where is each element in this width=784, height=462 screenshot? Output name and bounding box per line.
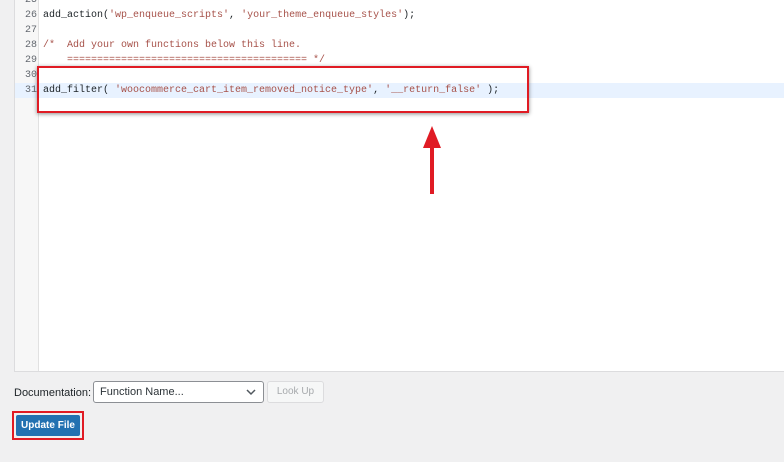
line-number: 27 xyxy=(24,25,37,36)
update-file-highlight-box: Update File xyxy=(12,411,84,440)
arrow-up-icon xyxy=(423,126,441,194)
string-token: 'your_theme_enqueue_styles' xyxy=(241,10,404,21)
code-line[interactable]: 25 xyxy=(15,0,784,8)
chevron-down-icon xyxy=(246,389,256,396)
comment-token: /* Add your own functions below this lin… xyxy=(43,40,302,51)
code-token: add_action( xyxy=(43,10,110,21)
code-line[interactable]: 28 /* Add your own functions below this l… xyxy=(15,38,784,53)
code-text: /* Add your own functions below this lin… xyxy=(43,38,301,53)
documentation-label: Documentation: xyxy=(14,387,92,399)
update-file-button[interactable]: Update File xyxy=(16,415,80,436)
line-number: 31 xyxy=(24,85,37,96)
line-number: 30 xyxy=(24,70,37,81)
string-token: 'wp_enqueue_scripts' xyxy=(109,10,230,21)
function-name-select-value: Function Name... xyxy=(100,386,184,398)
line-number: 26 xyxy=(24,10,37,21)
code-editor[interactable]: 25 26 add_action('wp_enqueue_scripts', 'yo… xyxy=(14,0,784,372)
annotation-highlight-box xyxy=(37,66,529,113)
line-number: 29 xyxy=(24,55,37,66)
code-text: add_action('wp_enqueue_scripts', 'your_t… xyxy=(43,8,415,23)
function-name-select[interactable]: Function Name... xyxy=(93,381,264,403)
code-token: ); xyxy=(403,10,416,21)
comment-token: ========================================… xyxy=(43,55,326,66)
code-token: , xyxy=(229,10,242,21)
line-number: 25 xyxy=(24,0,37,6)
code-line[interactable]: 26 add_action('wp_enqueue_scripts', 'your… xyxy=(15,8,784,23)
line-number: 28 xyxy=(24,40,37,51)
look-up-button[interactable]: Look Up xyxy=(267,381,324,403)
code-line[interactable]: 27 xyxy=(15,23,784,38)
